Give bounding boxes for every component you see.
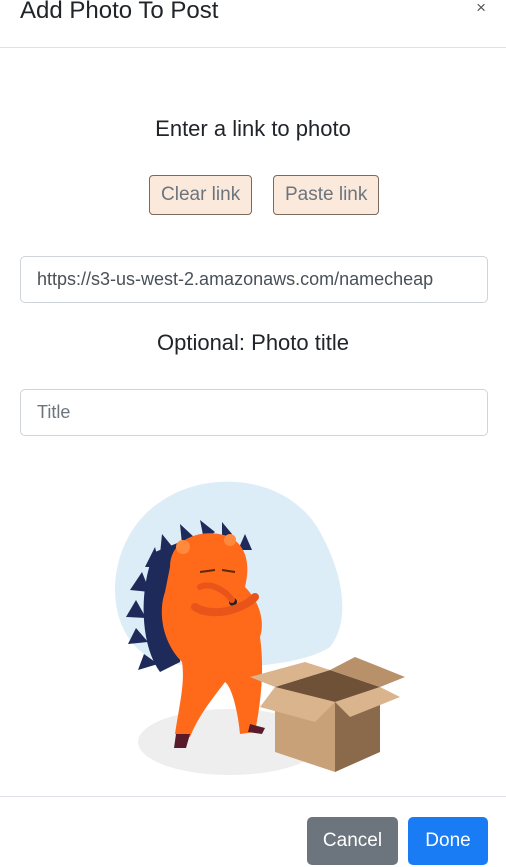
hedgehog [161, 533, 263, 737]
modal-title: Add Photo To Post [20, 0, 219, 24]
title-heading: Optional: Photo title [156, 330, 349, 355]
done-button[interactable]: Done [408, 817, 488, 865]
empty-state-illustration [115, 481, 405, 775]
clear-link-button[interactable]: Clear link [149, 175, 253, 215]
photo-url-input[interactable] [20, 256, 488, 303]
cancel-button[interactable]: Cancel [307, 817, 398, 865]
link-heading: Enter a link to photo [155, 116, 351, 141]
close-icon[interactable]: × [476, 0, 486, 17]
photo-title-input[interactable] [20, 389, 488, 436]
paste-link-button[interactable]: Paste link [273, 175, 380, 215]
modal-header: Add Photo To Post × [0, 0, 506, 48]
